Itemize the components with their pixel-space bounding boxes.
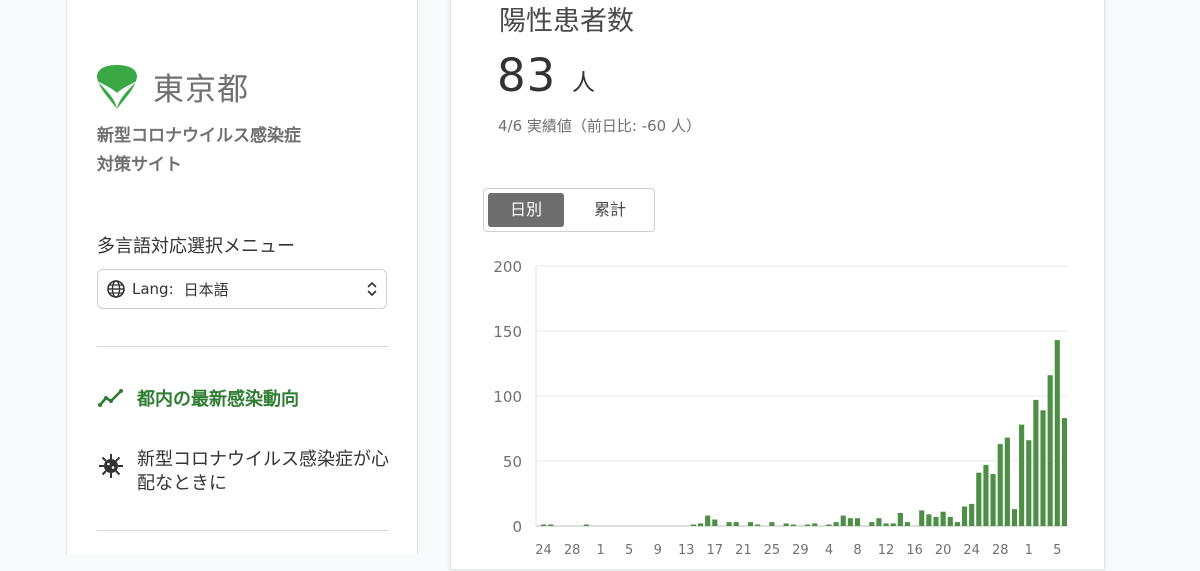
bar <box>933 516 939 526</box>
bar <box>726 522 732 526</box>
language-select[interactable]: Lang: 日本語 <box>97 269 387 309</box>
x-tick-label: 5 <box>1053 543 1061 558</box>
bar <box>733 522 739 526</box>
site-title-line2: 対策サイト <box>97 155 182 175</box>
sidebar-divider <box>97 346 389 347</box>
bar <box>883 523 889 526</box>
x-tick-label: 9 <box>654 543 662 558</box>
bar <box>747 522 754 526</box>
x-tick-label: 13 <box>678 543 695 558</box>
nav-item-latest-trends[interactable]: 都内の最新感染動向 <box>97 384 299 412</box>
x-tick-label: 16 <box>906 543 923 558</box>
trend-line-icon <box>98 389 123 407</box>
bar <box>583 524 589 526</box>
bar <box>697 523 704 526</box>
site-title-line1: 新型コロナウイルス感染症 <box>97 126 301 146</box>
bar <box>1061 418 1068 526</box>
virus-icon <box>99 454 123 478</box>
bar <box>969 503 975 526</box>
x-tick-label: 4 <box>825 543 833 558</box>
bar <box>1033 399 1039 526</box>
bar <box>961 506 968 526</box>
x-tick-label: 20 <box>935 543 952 558</box>
x-tick-label: 28 <box>992 543 1009 558</box>
bar <box>1019 424 1025 526</box>
bar <box>954 522 960 526</box>
y-tick-label: 50 <box>503 453 522 471</box>
bar <box>690 524 696 526</box>
bar <box>876 518 882 526</box>
x-tick-label: 17 <box>707 543 724 558</box>
bar <box>790 524 796 526</box>
bar <box>854 518 861 526</box>
logo-text: 東京都 <box>153 72 249 108</box>
bar <box>1004 437 1010 526</box>
sidebar: 東京都 新型コロナウイルス感染症 対策サイト 多言語対応選択メニュー Lang:… <box>66 0 418 554</box>
y-tick-label: 100 <box>493 388 522 406</box>
daily-cases-chart: 0 50 100 150 200 24 28 1 5 9 13 17 21 25 29 4 8 12 16 20 24 2… <box>493 258 1068 558</box>
tokyo-logo-link[interactable]: 東京都 <box>95 64 249 109</box>
x-tick-label: 1 <box>597 543 605 558</box>
nav-item-label: 新型コロナウイルス感染症が心配なときに <box>137 449 389 494</box>
sidebar-divider <box>97 530 389 531</box>
bar <box>804 524 811 526</box>
x-tick-label: 1 <box>1025 543 1033 558</box>
bar <box>840 515 846 526</box>
bar <box>705 515 711 526</box>
lang-value: 日本語 <box>183 280 229 299</box>
x-tick-label: 24 <box>535 543 552 558</box>
x-tick-label: 21 <box>735 543 752 558</box>
bar <box>1040 410 1046 526</box>
x-tick-label: 12 <box>878 543 895 558</box>
bar <box>904 522 911 526</box>
bar <box>897 513 903 526</box>
bar <box>1026 440 1032 526</box>
bar <box>947 516 953 526</box>
globe-icon <box>107 280 125 298</box>
bar <box>755 524 761 526</box>
bar <box>890 523 896 526</box>
bar <box>1011 509 1018 526</box>
x-tick-label: 8 <box>853 543 861 558</box>
y-tick-label: 0 <box>512 518 522 536</box>
bar <box>926 514 932 526</box>
bar <box>869 522 875 526</box>
nav-item-label: 都内の最新感染動向 <box>137 389 299 410</box>
bar <box>548 524 554 526</box>
x-tick-label: 29 <box>792 543 809 558</box>
site-title: 新型コロナウイルス感染症 対策サイト <box>97 122 397 180</box>
bar <box>976 472 982 526</box>
bar <box>833 522 839 526</box>
bar <box>1054 340 1060 526</box>
bar <box>769 522 775 526</box>
y-tick-label: 150 <box>493 323 522 341</box>
bar <box>847 518 853 526</box>
positive-cases-card: 陽性患者数 83 人 4/6 実績値（前日比: -60 人） 日別 累計 0 50… <box>450 0 1105 570</box>
bar <box>826 524 832 526</box>
bar <box>983 464 989 526</box>
bar <box>712 519 718 526</box>
x-tick-label: 25 <box>764 543 781 558</box>
x-tick-label: 24 <box>963 543 980 558</box>
bar <box>783 523 789 526</box>
bar <box>997 444 1003 526</box>
tokyo-ginkgo-logo <box>97 64 137 109</box>
bar <box>990 474 996 526</box>
x-tick-label: 5 <box>625 543 633 558</box>
nav-item-worried[interactable]: 新型コロナウイルス感染症が心配なときに <box>97 448 397 496</box>
y-tick-label: 200 <box>493 258 522 276</box>
bar <box>940 511 946 526</box>
bar <box>540 524 547 526</box>
bar <box>1047 375 1053 526</box>
select-chevron-icon <box>367 281 377 297</box>
bar <box>812 523 818 526</box>
bar <box>919 510 925 526</box>
lang-prefix: Lang: <box>132 280 174 298</box>
lang-menu-label: 多言語対応選択メニュー <box>97 236 295 257</box>
x-tick-label: 28 <box>564 543 581 558</box>
